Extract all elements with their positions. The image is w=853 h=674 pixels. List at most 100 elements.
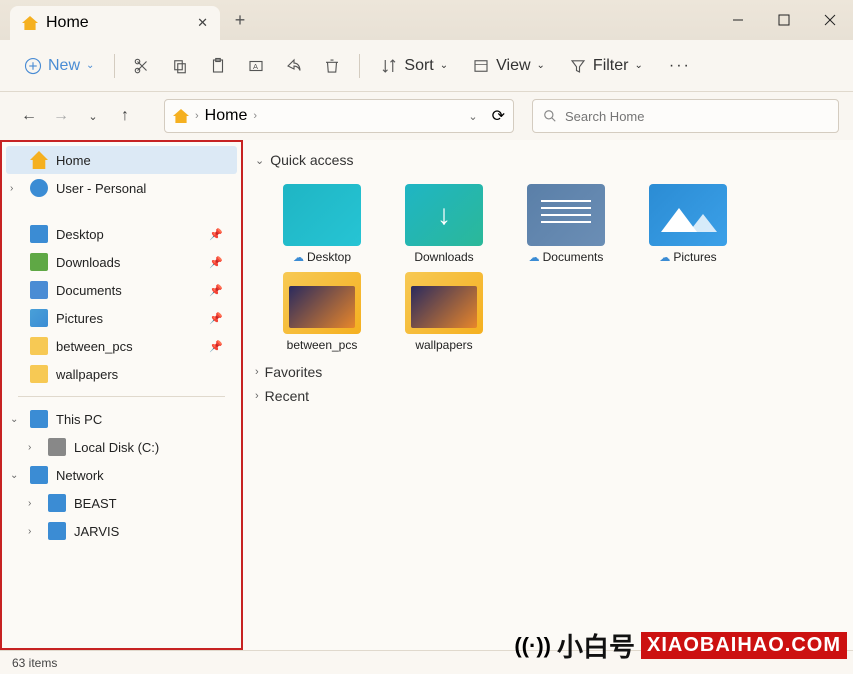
section-quick-access[interactable]: ⌄ Quick access [255,148,841,172]
search-icon [543,109,557,123]
nav-bar: ← → ⌄ ↑ › Home › ⌄ ⟳ [0,92,853,140]
sidebar-item-user[interactable]: › User - Personal [2,174,241,202]
folder-wallpapers[interactable]: wallpapers [389,268,499,356]
delete-button[interactable] [315,51,349,81]
desktop-icon [30,225,48,243]
refresh-button[interactable]: ⟳ [492,106,505,126]
up-button[interactable]: ↑ [114,107,136,125]
chevron-down-icon: ⌄ [86,60,94,71]
section-recent[interactable]: › Recent [255,384,841,408]
folder-downloads[interactable]: Downloads [389,180,499,268]
folder-icon [527,184,605,246]
minimize-button[interactable] [715,0,761,40]
folder-icon [283,272,361,334]
pin-icon[interactable]: 📌 [209,340,223,353]
new-button[interactable]: New ⌄ [14,51,104,81]
tab-home[interactable]: Home ✕ [10,6,220,40]
back-button[interactable]: ← [18,107,40,125]
section-favorites[interactable]: › Favorites [255,360,841,384]
folder-icon [405,272,483,334]
chevron-right-icon: › [195,110,199,122]
folder-icon [30,337,48,355]
forward-button[interactable]: → [50,107,72,125]
chevron-down-icon[interactable]: ⌄ [468,110,477,123]
chevron-right-icon[interactable]: › [28,442,31,453]
address-bar[interactable]: › Home › ⌄ ⟳ [164,99,514,133]
onedrive-icon [30,179,48,197]
chevron-down-icon: ⌄ [634,60,642,71]
view-icon [472,57,490,75]
chevron-down-icon: ⌄ [537,60,545,71]
chevron-right-icon: › [255,366,259,378]
share-icon [285,57,303,75]
sidebar-item-home[interactable]: Home [6,146,237,174]
sidebar-item-between-pcs[interactable]: between_pcs 📌 [2,332,241,360]
filter-icon [569,57,587,75]
content-pane: ⌄ Quick access ☁Desktop Downloads ☁Docum… [243,140,853,650]
chevron-right-icon[interactable]: › [28,498,31,509]
chevron-down-icon[interactable]: ⌄ [10,470,18,481]
sort-button[interactable]: Sort ⌄ [370,51,458,81]
cloud-icon: ☁ [659,251,670,264]
sidebar-item-network[interactable]: ⌄ Network [2,461,241,489]
cloud-icon: ☁ [529,251,540,264]
sidebar-item-wallpapers[interactable]: wallpapers [2,360,241,388]
copy-icon [171,57,189,75]
share-button[interactable] [277,51,311,81]
sidebar-item-beast[interactable]: › BEAST [2,489,241,517]
chevron-right-icon: › [253,110,257,122]
folder-icon [405,184,483,246]
folder-documents[interactable]: ☁Documents [511,180,621,268]
copy-button[interactable] [163,51,197,81]
network-icon [30,466,48,484]
pin-icon[interactable]: 📌 [209,228,223,241]
view-button[interactable]: View ⌄ [462,51,555,81]
folder-desktop[interactable]: ☁Desktop [267,180,377,268]
search-input[interactable] [565,109,828,124]
cut-button[interactable] [125,51,159,81]
sidebar-item-this-pc[interactable]: ⌄ This PC [2,405,241,433]
rename-button[interactable]: A [239,51,273,81]
sidebar-item-downloads[interactable]: Downloads 📌 [2,248,241,276]
home-icon [22,16,38,30]
chevron-right-icon[interactable]: › [10,183,13,194]
pin-icon[interactable]: 📌 [209,284,223,297]
folder-icon [30,365,48,383]
tab-close-button[interactable]: ✕ [197,15,208,31]
toolbar: New ⌄ A Sort ⌄ View ⌄ Filter ⌄ ··· [0,40,853,92]
maximize-button[interactable] [761,0,807,40]
pin-icon[interactable]: 📌 [209,256,223,269]
paste-icon [209,57,227,75]
recent-locations-button[interactable]: ⌄ [82,110,104,123]
documents-icon [30,281,48,299]
chevron-down-icon[interactable]: ⌄ [10,414,18,425]
sidebar-item-jarvis[interactable]: › JARVIS [2,517,241,545]
this-pc-icon [30,410,48,428]
home-icon [173,109,189,123]
cut-icon [133,57,151,75]
new-tab-button[interactable]: + [224,4,256,36]
pin-icon[interactable]: 📌 [209,312,223,325]
sidebar-item-documents[interactable]: Documents 📌 [2,276,241,304]
trash-icon [323,57,341,75]
more-button[interactable]: ··· [661,51,699,81]
folder-between-pcs[interactable]: between_pcs [267,268,377,356]
downloads-icon [30,253,48,271]
chevron-right-icon[interactable]: › [28,526,31,537]
sidebar-item-local-disk[interactable]: › Local Disk (C:) [2,433,241,461]
disk-icon [48,438,66,456]
folder-pictures[interactable]: ☁Pictures [633,180,743,268]
tab-title: Home [46,14,89,32]
chevron-down-icon: ⌄ [440,60,448,71]
watermark: ((·)) 小白号 XIAOBAIHAO.COM [514,627,847,664]
cloud-icon: ☁ [293,251,304,264]
close-window-button[interactable] [807,0,853,40]
chevron-down-icon: ⌄ [255,154,264,167]
breadcrumb-home[interactable]: Home [205,107,248,125]
sidebar-item-desktop[interactable]: Desktop 📌 [2,220,241,248]
sidebar-item-pictures[interactable]: Pictures 📌 [2,304,241,332]
title-bar: Home ✕ + [0,0,853,40]
search-box[interactable] [532,99,839,133]
paste-button[interactable] [201,51,235,81]
filter-button[interactable]: Filter ⌄ [559,51,653,81]
